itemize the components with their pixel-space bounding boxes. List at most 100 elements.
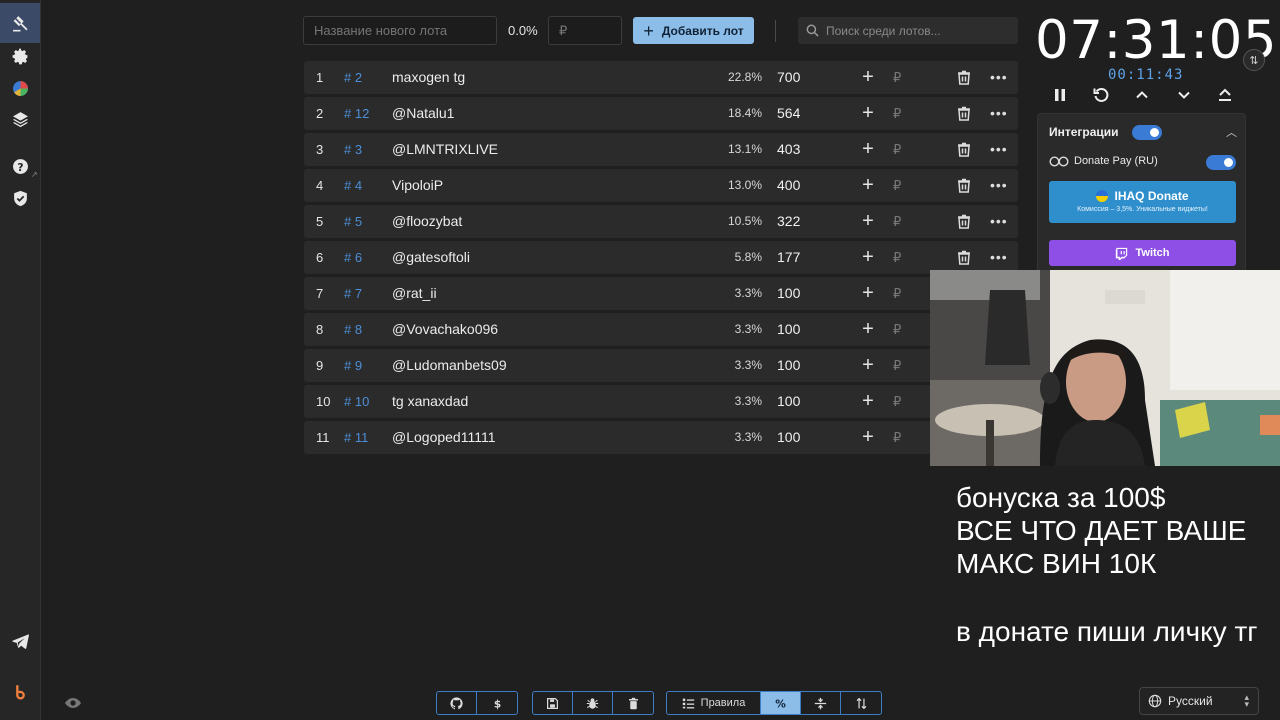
more-options-icon[interactable]: ••• [990,61,1008,94]
delete-trash-icon[interactable] [957,70,971,85]
add-amount-plus-icon[interactable]: + [861,349,875,382]
delete-trash-icon[interactable] [957,106,971,121]
rules-button[interactable]: Правила [667,692,761,714]
more-options-icon[interactable]: ••• [990,169,1008,202]
telegram-icon[interactable] [8,629,32,653]
add-amount-plus-icon[interactable]: + [861,61,875,94]
lot-id-link[interactable]: # 2 [344,61,362,94]
bug-icon[interactable] [573,692,613,714]
collapse-chevron-icon[interactable]: ︿ [1226,124,1237,140]
lot-id-link[interactable]: # 6 [344,241,362,274]
add-amount-plus-icon[interactable]: + [861,421,875,454]
add-amount-plus-icon[interactable]: + [861,241,875,274]
lot-id-link[interactable]: # 5 [344,205,362,238]
brand-logo-icon[interactable] [8,680,32,704]
add-amount-plus-icon[interactable]: + [861,97,875,130]
reset-icon[interactable] [1091,86,1111,104]
webcam-feed [930,270,1280,466]
lot-index: 3 [316,142,324,157]
add-amount-plus-icon[interactable]: + [861,205,875,238]
lot-amount[interactable]: 403 [777,133,800,166]
lot-amount[interactable]: 100 [777,349,800,382]
add-amount-plus-icon[interactable]: + [861,313,875,346]
lot-name[interactable]: VipoloiP [392,169,443,202]
eye-icon[interactable] [64,694,82,712]
lot-amount[interactable]: 564 [777,97,800,130]
lot-amount[interactable]: 100 [777,313,800,346]
donate-dollar-icon[interactable]: $ [477,692,517,714]
lot-name[interactable]: @Vovachako096 [392,313,498,346]
delete-trash-icon[interactable] [957,142,971,157]
lot-amount[interactable]: 100 [777,277,800,310]
lot-name[interactable]: @LMNTRIXLIVE [392,133,498,166]
help-icon[interactable]: ? [8,154,32,178]
swap-timer-icon[interactable]: ⇅ [1243,49,1265,71]
lot-id-link[interactable]: # 8 [344,313,362,346]
ihaq-title: IHAQ Donate [1114,189,1189,203]
lot-amount[interactable]: 100 [777,385,800,418]
sub-timer: 00:11:43 [1108,67,1184,83]
lot-id-link[interactable]: # 12 [344,97,369,130]
add-amount-plus-icon[interactable]: + [861,385,875,418]
lot-amount[interactable]: 400 [777,169,800,202]
lot-amount[interactable]: 700 [777,61,800,94]
lot-row: 5 # 5 @floozybat 10.5% 322 + ₽ ••• [304,205,1018,238]
more-options-icon[interactable]: ••• [990,205,1008,238]
delete-trash-icon[interactable] [957,178,971,193]
donate-pay-toggle[interactable] [1206,155,1236,170]
sort-icon[interactable] [841,692,881,714]
lot-name[interactable]: @Logoped11111 [392,421,496,454]
add-amount-plus-icon[interactable]: + [861,169,875,202]
pie-chart-icon[interactable] [8,76,32,100]
lot-amount[interactable]: 177 [777,241,800,274]
lot-percent: 3.3% [734,430,762,444]
lot-id-link[interactable]: # 11 [344,421,368,454]
search-lots-field[interactable]: Поиск среди лотов... [798,17,1018,44]
ihaq-donate-button[interactable]: IHAQ Donate Комиссия – 3,5%. Уникальные … [1049,181,1236,223]
more-options-icon[interactable]: ••• [990,133,1008,166]
add-lot-button[interactable]: + Добавить лот [633,17,754,44]
chevron-down-icon[interactable] [1174,86,1194,104]
lot-id-link[interactable]: # 7 [344,277,362,310]
more-options-icon[interactable]: ••• [990,97,1008,130]
chevrons-up-bar-icon[interactable] [1215,86,1235,104]
clear-trash-icon[interactable] [613,692,653,714]
github-icon[interactable] [437,692,477,714]
compress-rows-icon[interactable] [801,692,841,714]
new-lot-name-input[interactable] [303,16,497,45]
lot-amount[interactable]: 100 [777,421,800,454]
lot-id-link[interactable]: # 4 [344,169,362,202]
lot-name[interactable]: @gatesoftoli [392,241,470,274]
lot-name[interactable]: @Natalu1 [392,97,454,130]
lot-name[interactable]: @rat_ii [392,277,437,310]
lot-row: 2 # 12 @Natalu1 18.4% 564 + ₽ ••• [304,97,1018,130]
add-amount-plus-icon[interactable]: + [861,277,875,310]
lot-name[interactable]: @floozybat [392,205,462,238]
lot-row: 8 # 8 @Vovachako096 3.3% 100 + ₽ [304,313,1018,346]
auction-gavel-icon[interactable] [0,3,40,43]
currency-ruble-icon: ₽ [893,394,902,409]
delete-trash-icon[interactable] [957,250,971,265]
percent-toggle-icon[interactable]: % [761,692,801,714]
svg-text:?: ? [17,160,23,173]
lot-amount[interactable]: 322 [777,205,800,238]
language-select[interactable]: Русский ▴ ▾ [1139,687,1259,715]
layers-icon[interactable] [8,107,32,131]
twitch-button[interactable]: Twitch [1049,240,1236,266]
lot-name[interactable]: tg xanaxdad [392,385,468,418]
add-amount-plus-icon[interactable]: + [861,133,875,166]
lot-id-link[interactable]: # 10 [344,385,369,418]
delete-trash-icon[interactable] [957,214,971,229]
save-icon[interactable] [533,692,573,714]
lot-name[interactable]: @Ludomanbets09 [392,349,507,382]
lot-name[interactable]: maxogen tg [392,61,465,94]
lot-id-link[interactable]: # 3 [344,133,362,166]
pause-icon[interactable] [1050,86,1070,104]
integrations-toggle[interactable] [1132,125,1162,140]
new-lot-amount-input[interactable] [548,16,622,45]
chevron-up-icon[interactable] [1132,86,1152,104]
settings-gear-icon[interactable] [8,44,32,68]
donate-pay-icon [1049,155,1069,167]
lot-id-link[interactable]: # 9 [344,349,362,382]
shield-check-icon[interactable] [8,186,32,210]
